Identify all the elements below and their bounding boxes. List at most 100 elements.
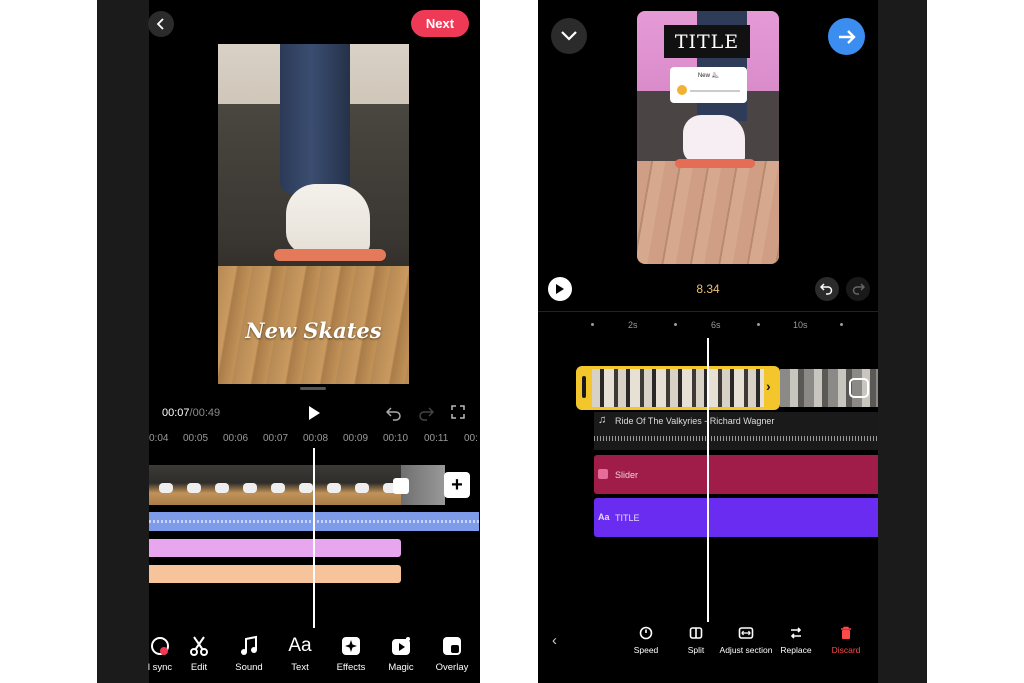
back-chevron-icon[interactable]: ‹ bbox=[552, 632, 557, 649]
tool-label: Edit bbox=[190, 662, 208, 673]
chevron-left-icon bbox=[156, 18, 164, 30]
effect-overlay-track[interactable] bbox=[149, 565, 401, 583]
sticker-icon bbox=[598, 469, 608, 479]
text-overlay-track[interactable] bbox=[149, 539, 401, 557]
preview-floor bbox=[637, 161, 779, 264]
audio-waveform bbox=[594, 436, 878, 441]
tool-discard[interactable]: Discard bbox=[818, 624, 874, 655]
tool-text[interactable]: Aa Text bbox=[275, 634, 325, 673]
tool-label: Sound bbox=[235, 662, 263, 673]
title-overlay[interactable]: TITLE bbox=[664, 25, 750, 58]
redo-icon bbox=[419, 407, 435, 421]
preview-skate-blade bbox=[675, 159, 755, 168]
text-aa-icon: Aa bbox=[598, 512, 610, 522]
fullscreen-icon bbox=[451, 405, 465, 419]
music-note-icon bbox=[241, 635, 257, 655]
tool-effects[interactable]: Effects bbox=[326, 634, 376, 673]
trash-icon bbox=[841, 626, 851, 639]
tool-label: Text bbox=[291, 662, 309, 673]
next-arrow-button[interactable] bbox=[828, 18, 865, 55]
video-clip-track[interactable] bbox=[149, 465, 401, 505]
timeline-tick: 6s bbox=[711, 320, 721, 330]
tool-sound[interactable]: Sound bbox=[224, 634, 274, 673]
clip-frame bbox=[317, 465, 345, 505]
undo-button[interactable] bbox=[815, 277, 839, 301]
audio-sync-icon bbox=[151, 637, 169, 655]
playhead[interactable] bbox=[313, 448, 315, 628]
redo-button[interactable] bbox=[418, 405, 435, 426]
timeline-tick: 2s bbox=[628, 320, 638, 330]
magic-icon bbox=[392, 637, 410, 655]
play-button[interactable] bbox=[548, 277, 572, 301]
playhead[interactable] bbox=[707, 338, 709, 622]
replace-icon bbox=[790, 627, 802, 639]
tool-adjust-section[interactable]: Adjust section bbox=[718, 624, 774, 655]
text-aa-icon: Aa bbox=[288, 635, 312, 656]
play-button[interactable] bbox=[307, 405, 321, 426]
tool-edit[interactable]: Edit bbox=[174, 634, 224, 673]
tool-split[interactable]: Split bbox=[668, 624, 724, 655]
arrow-right-icon bbox=[838, 29, 856, 44]
timeline-tick: 00:06 bbox=[223, 433, 249, 444]
play-icon bbox=[309, 406, 320, 420]
play-icon bbox=[556, 284, 564, 294]
transition-icon[interactable] bbox=[393, 478, 409, 494]
sparkle-icon bbox=[342, 637, 360, 655]
next-button[interactable]: Next bbox=[411, 10, 469, 37]
undo-icon bbox=[820, 283, 833, 295]
tool-label: Discard bbox=[831, 645, 861, 655]
back-button[interactable] bbox=[148, 11, 174, 37]
redo-button[interactable] bbox=[846, 277, 870, 301]
timeline-tick: 10s bbox=[793, 320, 808, 330]
add-clip-button[interactable]: + bbox=[444, 472, 470, 498]
tool-label: Split bbox=[687, 645, 705, 655]
add-clip-icon[interactable] bbox=[849, 378, 869, 398]
fullscreen-button[interactable] bbox=[451, 405, 465, 424]
redo-icon bbox=[852, 283, 865, 295]
scissors-icon bbox=[190, 636, 208, 656]
timeline-tick: 0:04 bbox=[149, 433, 169, 444]
timeline-dot bbox=[840, 323, 843, 326]
tool-label: Speed bbox=[633, 645, 659, 655]
timeline-dot bbox=[591, 323, 594, 326]
preview-leg bbox=[280, 44, 350, 194]
timeline-dot bbox=[674, 323, 677, 326]
tool-label: Magic bbox=[388, 662, 414, 673]
timeline-tick: 00:08 bbox=[303, 433, 329, 444]
timeline-dot bbox=[757, 323, 760, 326]
tool-overlay[interactable]: Overlay bbox=[427, 634, 477, 673]
clip-frame bbox=[205, 465, 233, 505]
video-caption-text[interactable]: New Skates bbox=[218, 318, 409, 343]
emoji-knob-icon bbox=[677, 85, 687, 95]
clip-frame bbox=[149, 465, 177, 505]
clip-frame bbox=[261, 465, 289, 505]
undo-button[interactable] bbox=[385, 405, 402, 426]
undo-icon bbox=[385, 407, 401, 421]
trim-handle-left[interactable] bbox=[582, 376, 586, 398]
tool-label: Overlay bbox=[435, 662, 469, 673]
divider bbox=[538, 311, 878, 312]
tool-magic[interactable]: Magic bbox=[376, 634, 426, 673]
preview-skate-boot bbox=[286, 184, 370, 254]
timeline-tick: 00:11 bbox=[424, 433, 449, 444]
timeline-tick: 00:09 bbox=[343, 433, 369, 444]
overlay-icon bbox=[443, 637, 461, 655]
music-track-label: Ride Of The Valkyries - Richard Wagner bbox=[615, 416, 775, 426]
title-track-label: TITLE bbox=[615, 513, 640, 523]
selected-clip-frames bbox=[592, 369, 764, 407]
adjust-icon bbox=[738, 627, 754, 639]
tool-label: Effects bbox=[336, 662, 366, 673]
tool-speed[interactable]: Speed bbox=[618, 624, 674, 655]
playback-time: 00:07/00:49 bbox=[162, 407, 220, 419]
timeline-tick: 00:10 bbox=[383, 433, 409, 444]
clip-frame bbox=[177, 465, 205, 505]
tool-label: Adjust section bbox=[719, 645, 773, 655]
tool-replace[interactable]: Replace bbox=[768, 624, 824, 655]
collapse-button[interactable] bbox=[551, 18, 587, 54]
slider-sticker-label: New ⛸️ bbox=[697, 73, 720, 79]
timeline-tick: 00:05 bbox=[183, 433, 209, 444]
drag-handle[interactable] bbox=[300, 387, 326, 390]
speed-icon bbox=[639, 626, 653, 640]
clip-frame bbox=[233, 465, 261, 505]
trim-handle-right[interactable]: › bbox=[766, 378, 771, 394]
